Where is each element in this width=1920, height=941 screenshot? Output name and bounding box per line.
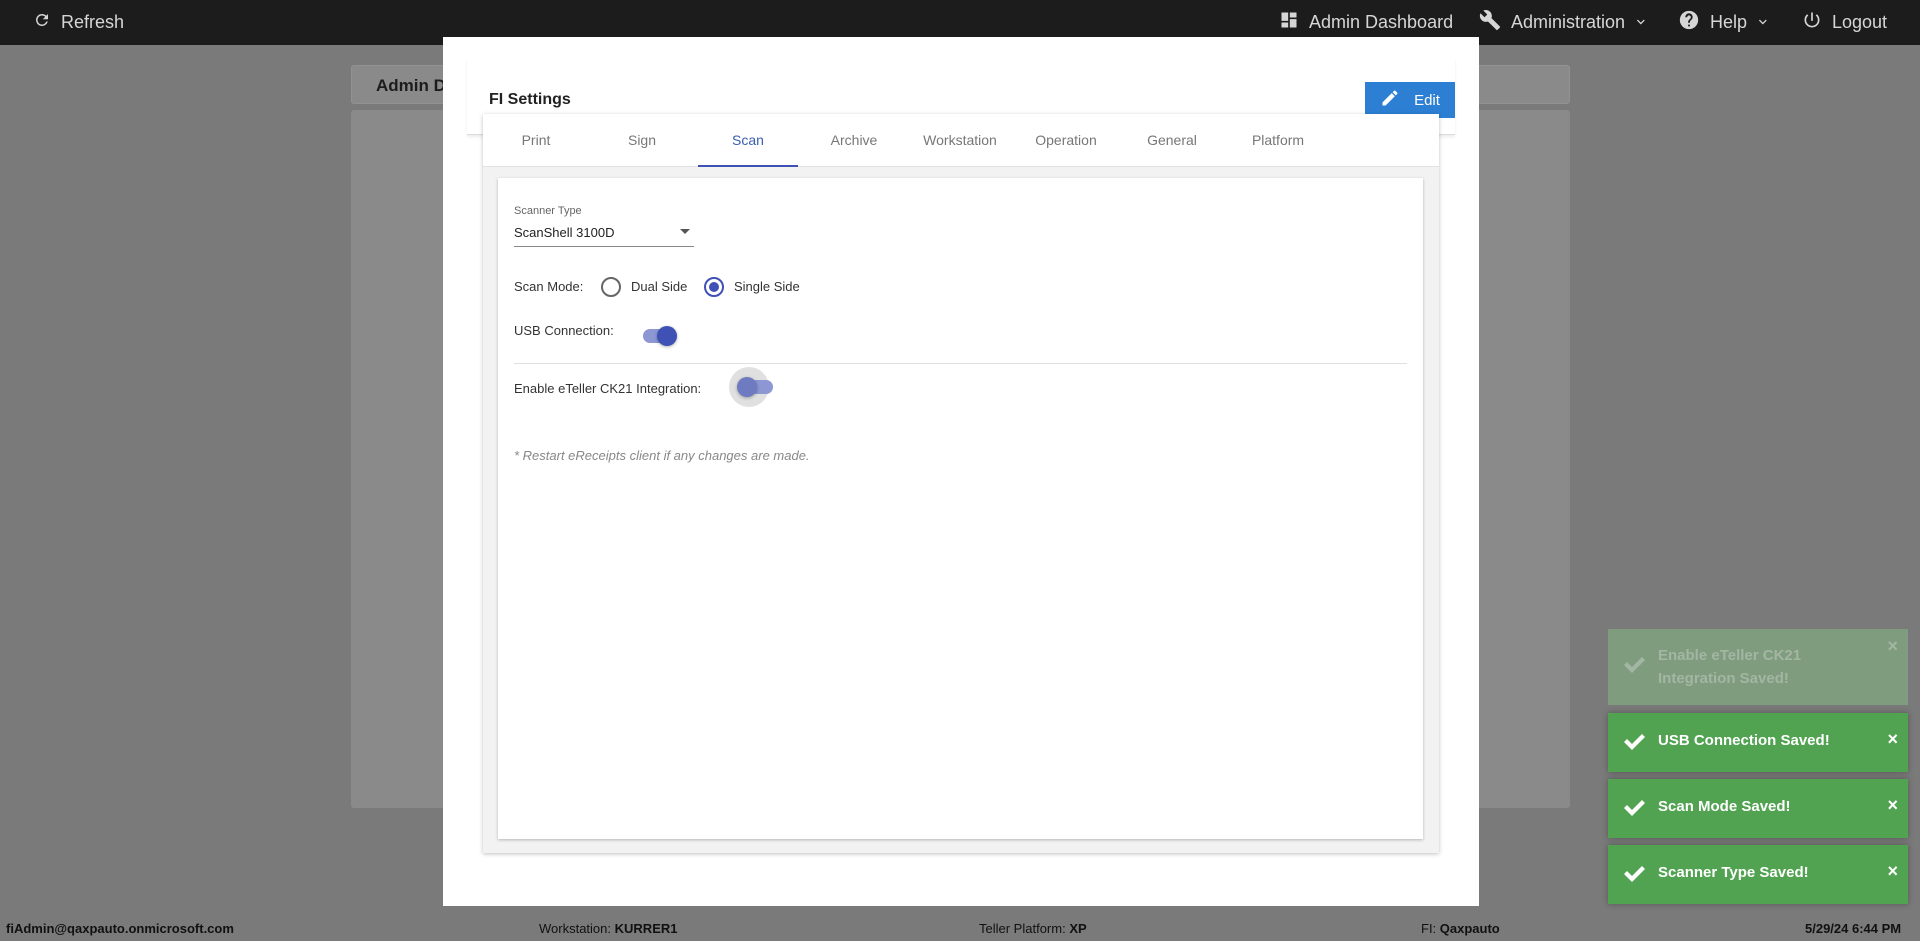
toast-notification[interactable]: Scanner Type Saved! × [1608,845,1908,904]
toast-message: Scanner Type Saved! [1658,864,1809,881]
administration-label: Administration [1511,12,1626,32]
scan-mode-label: Scan Mode: [514,279,584,294]
scan-settings-card: Scanner Type ScanShell 3100D Scan Mode: … [498,178,1423,839]
tab-print[interactable]: Print [486,114,586,167]
status-workstation: Workstation: KURRER1 [539,921,677,936]
scanner-type-select[interactable]: ScanShell 3100D [514,223,694,247]
radio-dual-side[interactable] [601,277,621,297]
fi-label: FI: [1421,921,1437,936]
settings-panel: Print Sign Scan Archive Workstation Oper… [483,114,1439,853]
refresh-label: Refresh [61,12,125,32]
toast-message: USB Connection Saved! [1658,732,1830,749]
checkmark-icon [1622,864,1646,888]
help-label: Help [1710,12,1748,32]
logout-label: Logout [1832,12,1888,32]
tab-scan[interactable]: Scan [698,114,798,167]
status-datetime: 5/29/24 6:44 PM [1805,921,1902,936]
close-icon[interactable]: × [1887,861,1898,882]
checkmark-icon [1622,798,1646,822]
teller-platform-value: XP [1069,921,1087,936]
workstation-label: Workstation: [539,921,612,936]
pencil-icon [1380,88,1400,112]
status-teller-platform: Teller Platform: XP [979,921,1087,936]
radio-single-side[interactable] [704,277,724,297]
toast-notification[interactable]: Enable eTeller CK21 Integration Saved! × [1608,629,1908,705]
settings-tabs: Print Sign Scan Archive Workstation Oper… [483,114,1439,167]
workstation-value: KURRER1 [614,921,678,936]
restart-note: * Restart eReceipts client if any change… [514,448,810,463]
usb-toggle-thumb [657,326,677,346]
scanner-type-value: ScanShell 3100D [514,225,615,240]
chevron-down-icon [1635,12,1647,33]
help-menu[interactable]: Help [1678,0,1769,45]
checkmark-icon [1622,655,1646,679]
toast-notification[interactable]: USB Connection Saved! × [1608,713,1908,772]
usb-connection-label: USB Connection: [514,323,614,338]
toast-message: Enable eTeller CK21 Integration Saved! [1658,647,1802,687]
dropdown-arrow-icon [680,229,690,234]
help-icon [1678,9,1700,36]
single-side-label: Single Side [734,279,800,294]
tab-general[interactable]: General [1122,114,1222,167]
tab-workstation[interactable]: Workstation [910,114,1010,167]
toast-notification[interactable]: Scan Mode Saved! × [1608,779,1908,838]
close-icon[interactable]: × [1887,795,1898,816]
close-icon[interactable]: × [1887,636,1898,657]
toast-message: Scan Mode Saved! [1658,798,1791,815]
admin-dashboard-label: Admin Dashboard [1309,12,1454,32]
fi-settings-dialog: FI Settings Edit Print Sign Scan Archive… [443,37,1479,906]
tab-platform[interactable]: Platform [1228,114,1328,167]
edit-button[interactable]: Edit [1365,82,1455,118]
scanner-type-label: Scanner Type [514,205,582,217]
status-bar: fiAdmin@qaxpauto.onmicrosoft.com Worksta… [0,914,1920,941]
tab-operation[interactable]: Operation [1016,114,1116,167]
refresh-button[interactable]: Refresh [33,0,124,45]
power-icon [1802,10,1822,35]
eteller-integration-label: Enable eTeller CK21 Integration: [514,381,702,396]
fi-value: Qaxpauto [1439,921,1500,936]
refresh-icon [33,11,51,34]
close-icon[interactable]: × [1887,729,1898,750]
teller-platform-label: Teller Platform: [979,921,1066,936]
section-divider [514,363,1407,364]
tab-sign[interactable]: Sign [592,114,692,167]
edit-label: Edit [1414,91,1440,109]
logout-button[interactable]: Logout [1802,0,1887,45]
dialog-title: FI Settings [489,91,571,108]
wrench-icon [1479,9,1501,36]
scan-tab-content: Scanner Type ScanShell 3100D Scan Mode: … [483,167,1439,853]
eteller-toggle-thumb [737,377,757,397]
chevron-down-icon [1757,12,1769,33]
background-page-title: Admin D [376,76,446,95]
dual-side-label: Dual Side [631,279,688,294]
checkmark-icon [1622,732,1646,756]
dashboard-icon [1279,10,1299,35]
status-user: fiAdmin@qaxpauto.onmicrosoft.com [6,921,234,936]
status-fi: FI: Qaxpauto [1421,921,1500,936]
tab-archive[interactable]: Archive [804,114,904,167]
administration-menu[interactable]: Administration [1479,0,1647,45]
